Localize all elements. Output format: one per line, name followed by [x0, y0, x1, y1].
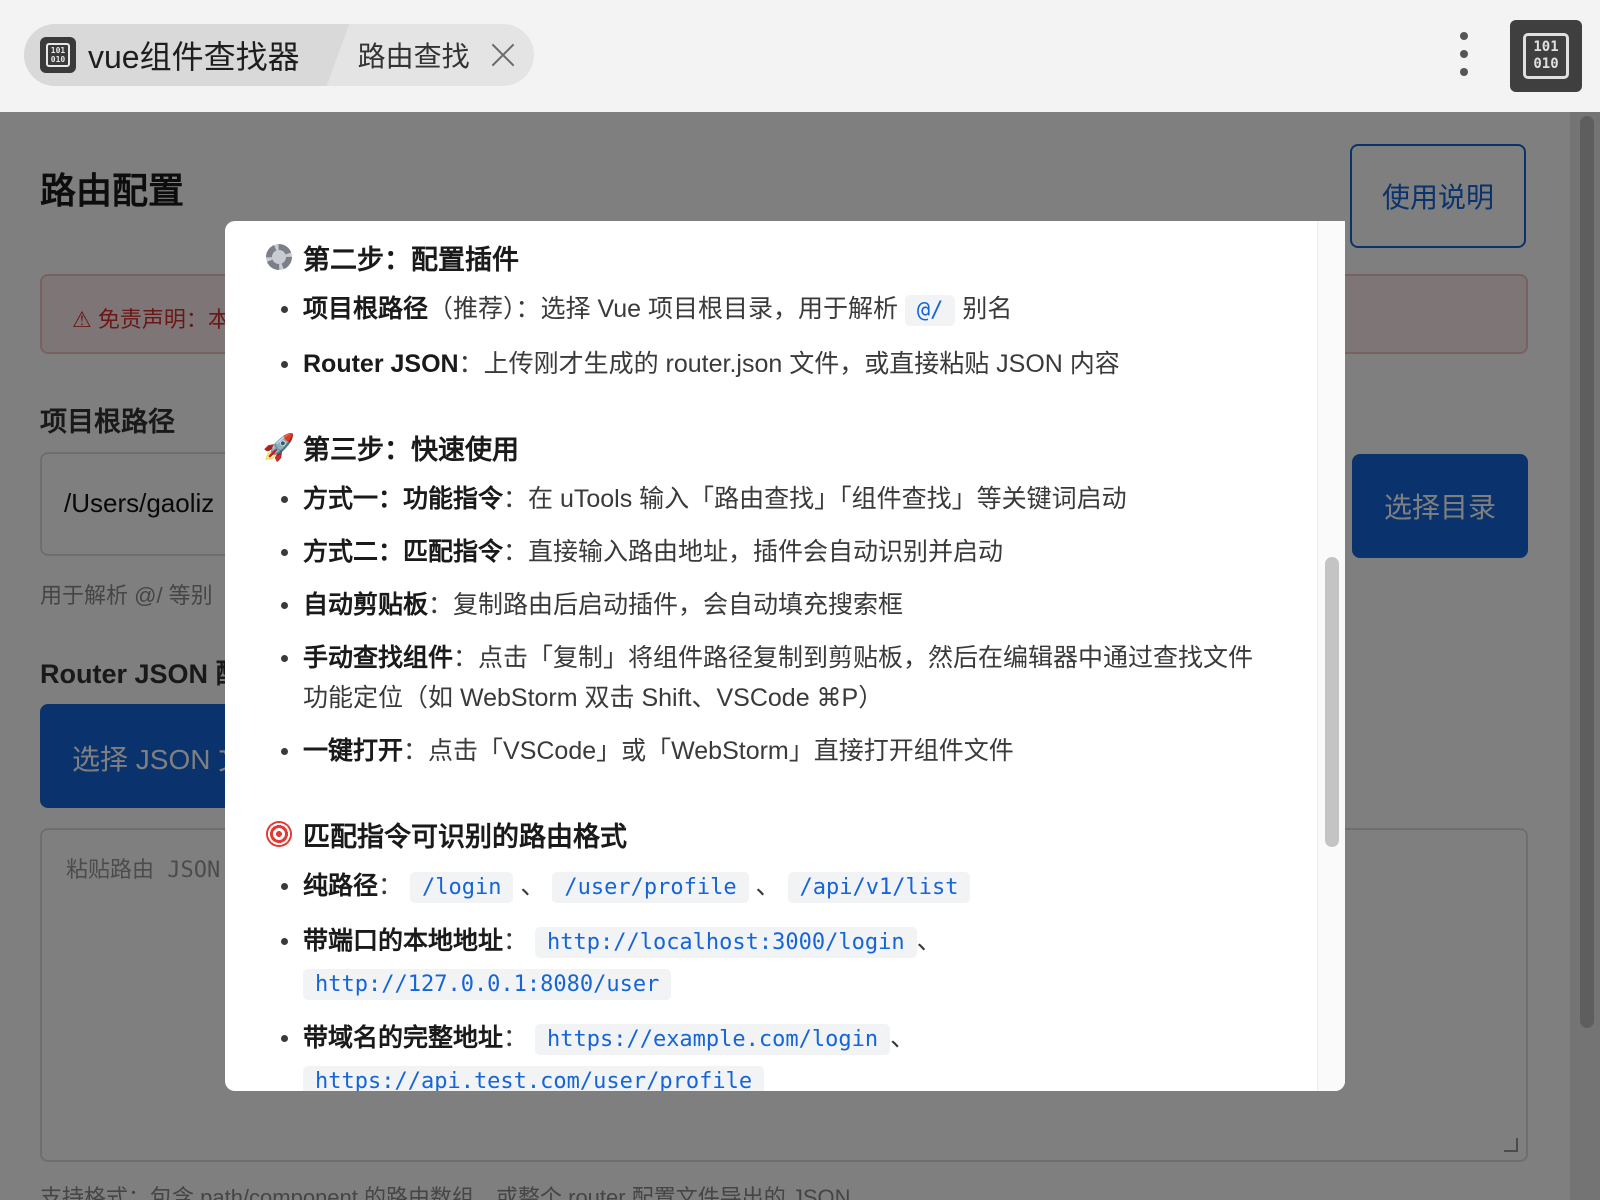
inline-code: https://api.test.com/user/profile: [303, 1066, 765, 1091]
route-formats-heading: 匹配指令可识别的路由格式: [263, 812, 1277, 856]
list-item: 一键打开：点击「VSCode」或「WebStorm」直接打开组件文件: [263, 731, 1277, 771]
list-item: Router JSON：上传刚才生成的 router.json 文件，或直接粘贴…: [263, 344, 1277, 384]
usage-guide-modal: 第二步：配置插件 项目根路径（推荐）：选择 Vue 项目根目录，用于解析 @/ …: [225, 221, 1345, 1091]
rocket-icon: 🚀: [262, 431, 296, 462]
list-item: 项目根路径（推荐）：选择 Vue 项目根目录，用于解析 @/ 别名: [263, 289, 1277, 331]
step2-heading: 第二步：配置插件: [263, 235, 1277, 279]
inline-code: /user/profile: [552, 872, 749, 903]
tab-app-home[interactable]: 101 010 vue组件查找器: [24, 24, 324, 86]
gear-icon: [266, 244, 292, 270]
inline-code: http://localhost:3000/login: [534, 927, 917, 958]
list-item: 方式一：功能指令：在 uTools 输入「路由查找」「组件查找」等关键词启动: [263, 479, 1277, 519]
inline-code: @/: [904, 295, 956, 326]
list-item: 手动查找组件：点击「复制」将组件路径复制到剪贴板，然后在编辑器中通过查找文件功能…: [263, 638, 1277, 718]
binary-app-icon: 101 010: [40, 37, 76, 73]
inline-code: http://127.0.0.1:8080/user: [303, 969, 672, 1000]
close-icon[interactable]: [490, 42, 516, 68]
modal-scrollbar[interactable]: [1317, 221, 1345, 1091]
step2-list: 项目根路径（推荐）：选择 Vue 项目根目录，用于解析 @/ 别名 Router…: [263, 289, 1277, 384]
app-tab-title: vue组件查找器: [88, 39, 300, 75]
plugin-binary-icon[interactable]: 101 010: [1510, 20, 1582, 92]
inline-code: /api/v1/list: [787, 872, 971, 903]
inline-code: /login: [409, 872, 514, 903]
more-vertical-icon[interactable]: [1458, 32, 1470, 76]
window-titlebar: 101 010 vue组件查找器 路由查找 101 010: [0, 0, 1600, 112]
step3-heading: 🚀 第三步：快速使用: [262, 431, 519, 465]
tab-route-search[interactable]: 路由查找: [324, 24, 516, 86]
modal-scrollbar-thumb[interactable]: [1325, 557, 1339, 847]
list-item: 带域名的完整地址： https://example.com/login、 htt…: [263, 1018, 1277, 1091]
tab-strip: 101 010 vue组件查找器 路由查找: [24, 24, 534, 86]
route-formats-list: 纯路径： /login 、 /user/profile 、 /api/v1/li…: [263, 866, 1277, 1091]
list-item: 自动剪贴板：复制路由后启动插件，会自动填充搜索框: [263, 585, 1277, 625]
modal-content: 第二步：配置插件 项目根路径（推荐）：选择 Vue 项目根目录，用于解析 @/ …: [225, 221, 1317, 1091]
step3-list: 方式一：功能指令：在 uTools 输入「路由查找」「组件查找」等关键词启动 方…: [263, 479, 1277, 771]
route-search-tab-label: 路由查找: [357, 41, 470, 72]
list-item: 带端口的本地地址： http://localhost:3000/login、 h…: [263, 921, 1277, 1005]
inline-code: https://example.com/login: [534, 1024, 891, 1055]
list-item: 方式二：匹配指令：直接输入路由地址，插件会自动识别并启动: [263, 532, 1277, 572]
target-icon: [266, 821, 292, 847]
list-item: 纯路径： /login 、 /user/profile 、 /api/v1/li…: [263, 866, 1277, 908]
